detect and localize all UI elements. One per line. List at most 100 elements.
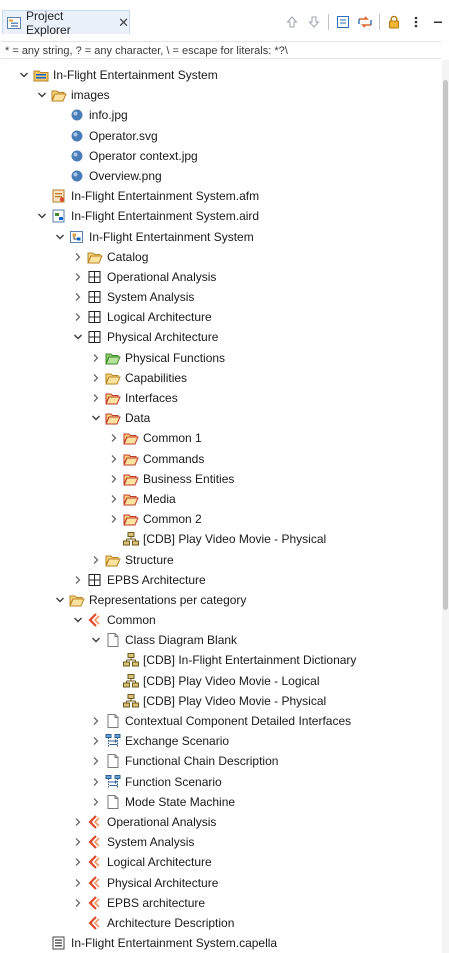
tree-item-business-entities[interactable]: Business Entities <box>0 469 440 489</box>
tree-item-label: [CDB] Play Video Movie - Physical <box>143 532 327 547</box>
chevron-down-icon[interactable] <box>54 593 66 607</box>
project-tree: In-Flight Entertainment System images info… <box>0 65 440 953</box>
function-folder-icon <box>105 351 121 365</box>
back-arrow-icon[interactable] <box>283 13 301 31</box>
tree-item-in-flight-entertainment-system[interactable]: In-Flight Entertainment System <box>0 65 440 85</box>
chevron-right-icon[interactable] <box>90 391 102 405</box>
chevron-right-icon[interactable] <box>72 876 84 890</box>
tree-item-operator-context-jpg[interactable]: Operator context.jpg <box>0 146 440 166</box>
chevron-down-icon[interactable] <box>54 230 66 244</box>
tree-item-images[interactable]: images <box>0 85 440 105</box>
chevron-right-icon[interactable] <box>90 775 102 789</box>
folder-icon <box>69 593 85 607</box>
tree-item-label: Commands <box>143 451 205 466</box>
tree-item-common[interactable]: Common <box>0 610 440 630</box>
chevron-down-icon[interactable] <box>72 613 84 627</box>
chevron-right-icon[interactable] <box>90 553 102 567</box>
chevron-right-icon[interactable] <box>108 452 120 466</box>
chevron-right-icon[interactable] <box>72 250 84 264</box>
chevron-right-icon[interactable] <box>72 290 84 304</box>
tree-item-function-scenario[interactable]: Function Scenario <box>0 772 440 792</box>
chevron-right-icon[interactable] <box>90 351 102 365</box>
tree-item-cdb-play-video-movie-physical[interactable]: [CDB] Play Video Movie - Physical <box>0 529 440 549</box>
tree-item-epbs-architecture[interactable]: EPBS Architecture <box>0 570 440 590</box>
tree-item-in-flight-entertainment-system-capella[interactable]: In-Flight Entertainment System.capella <box>0 933 440 953</box>
tree-item-overview-png[interactable]: Overview.png <box>0 166 440 186</box>
tree-item-mode-state-machine[interactable]: Mode State Machine <box>0 792 440 812</box>
tree-item-epbs-architecture[interactable]: EPBS architecture <box>0 893 440 913</box>
tree-item-architecture-description[interactable]: Architecture Description <box>0 913 440 933</box>
chevron-right-icon[interactable] <box>72 855 84 869</box>
chevron-right-icon[interactable] <box>108 492 120 506</box>
link-with-editor-icon[interactable] <box>356 13 374 31</box>
tree-item-structure[interactable]: Structure <box>0 550 440 570</box>
chevron-right-icon[interactable] <box>90 371 102 385</box>
view-menu-icon[interactable] <box>407 13 425 31</box>
tree-item-operator-svg[interactable]: Operator.svg <box>0 126 440 146</box>
chevron-down-icon[interactable] <box>18 68 30 82</box>
tree-item-info-jpg[interactable]: info.jpg <box>0 105 440 125</box>
collapse-all-icon[interactable] <box>334 13 352 31</box>
tree-item-system-analysis[interactable]: System Analysis <box>0 287 440 307</box>
tree-item-interfaces[interactable]: Interfaces <box>0 388 440 408</box>
chevron-right-icon[interactable] <box>72 835 84 849</box>
tree-item-physical-architecture[interactable]: Physical Architecture <box>0 873 440 893</box>
tree-item-common-1[interactable]: Common 1 <box>0 428 440 448</box>
tree-item-contextual-component-detailed-interfaces[interactable]: Contextual Component Detailed Interfaces <box>0 711 440 731</box>
data-folder-icon <box>123 492 139 506</box>
tree-item-operational-analysis[interactable]: Operational Analysis <box>0 812 440 832</box>
tree-item-common-2[interactable]: Common 2 <box>0 509 440 529</box>
tree-item-capabilities[interactable]: Capabilities <box>0 368 440 388</box>
chevron-right-icon[interactable] <box>72 310 84 324</box>
tree-item-physical-functions[interactable]: Physical Functions <box>0 348 440 368</box>
vertical-scrollbar[interactable] <box>442 60 449 953</box>
capella-category-icon <box>87 815 103 829</box>
chevron-down-icon[interactable] <box>90 633 102 647</box>
tree-item-commands[interactable]: Commands <box>0 449 440 469</box>
filter-hint[interactable]: * = any string, ? = any character, \ = e… <box>1 41 441 59</box>
tree-item-cdb-play-video-movie-logical[interactable]: [CDB] Play Video Movie - Logical <box>0 671 440 691</box>
chevron-down-icon[interactable] <box>72 330 84 344</box>
tree-item-media[interactable]: Media <box>0 489 440 509</box>
chevron-right-icon[interactable] <box>90 754 102 768</box>
tree-item-in-flight-entertainment-system-afm[interactable]: In-Flight Entertainment System.afm <box>0 186 440 206</box>
minimize-icon[interactable] <box>429 13 447 31</box>
tree-item-functional-chain-description[interactable]: Functional Chain Description <box>0 751 440 771</box>
chevron-right-icon[interactable] <box>108 472 120 486</box>
tree-item-label: info.jpg <box>89 108 128 123</box>
chevron-down-icon[interactable] <box>36 209 48 223</box>
tree-item-exchange-scenario[interactable]: Exchange Scenario <box>0 731 440 751</box>
tree-item-operational-analysis[interactable]: Operational Analysis <box>0 267 440 287</box>
tree-item-cdb-play-video-movie-physical[interactable]: [CDB] Play Video Movie - Physical <box>0 691 440 711</box>
tree-item-catalog[interactable]: Catalog <box>0 247 440 267</box>
tab-project-explorer[interactable]: Project Explorer ✕ <box>2 9 130 37</box>
tree-item-representations-per-category[interactable]: Representations per category <box>0 590 440 610</box>
tree-item-logical-architecture[interactable]: Logical Architecture <box>0 307 440 327</box>
chevron-down-icon[interactable] <box>90 411 102 425</box>
chevron-right-icon[interactable] <box>90 714 102 728</box>
aird-file-icon <box>51 209 67 223</box>
chevron-right-icon[interactable] <box>90 795 102 809</box>
tree-item-data[interactable]: Data <box>0 408 440 428</box>
chevron-right-icon[interactable] <box>108 512 120 526</box>
tree-item-in-flight-entertainment-system[interactable]: In-Flight Entertainment System <box>0 227 440 247</box>
chevron-right-icon[interactable] <box>72 270 84 284</box>
close-icon[interactable]: ✕ <box>118 15 129 31</box>
forward-arrow-icon[interactable] <box>305 13 323 31</box>
lock-icon[interactable] <box>385 13 403 31</box>
tree-item-label: System Analysis <box>107 290 195 305</box>
tree-item-physical-architecture[interactable]: Physical Architecture <box>0 327 440 347</box>
tree-item-label: Interfaces <box>125 391 178 405</box>
tree-item-cdb-in-flight-entertainment-dictionary[interactable]: [CDB] In-Flight Entertainment Dictionary <box>0 650 440 670</box>
tree-item-logical-architecture[interactable]: Logical Architecture <box>0 852 440 872</box>
tree-item-system-analysis[interactable]: System Analysis <box>0 832 440 852</box>
chevron-down-icon[interactable] <box>36 88 48 102</box>
chevron-right-icon[interactable] <box>72 815 84 829</box>
tree-item-in-flight-entertainment-system-aird[interactable]: In-Flight Entertainment System.aird <box>0 206 440 226</box>
chevron-right-icon[interactable] <box>108 431 120 445</box>
chevron-right-icon[interactable] <box>90 734 102 748</box>
chevron-right-icon[interactable] <box>72 573 84 587</box>
scrollbar-thumb[interactable] <box>443 80 448 610</box>
chevron-right-icon[interactable] <box>72 896 84 910</box>
tree-item-class-diagram-blank[interactable]: Class Diagram Blank <box>0 630 440 650</box>
